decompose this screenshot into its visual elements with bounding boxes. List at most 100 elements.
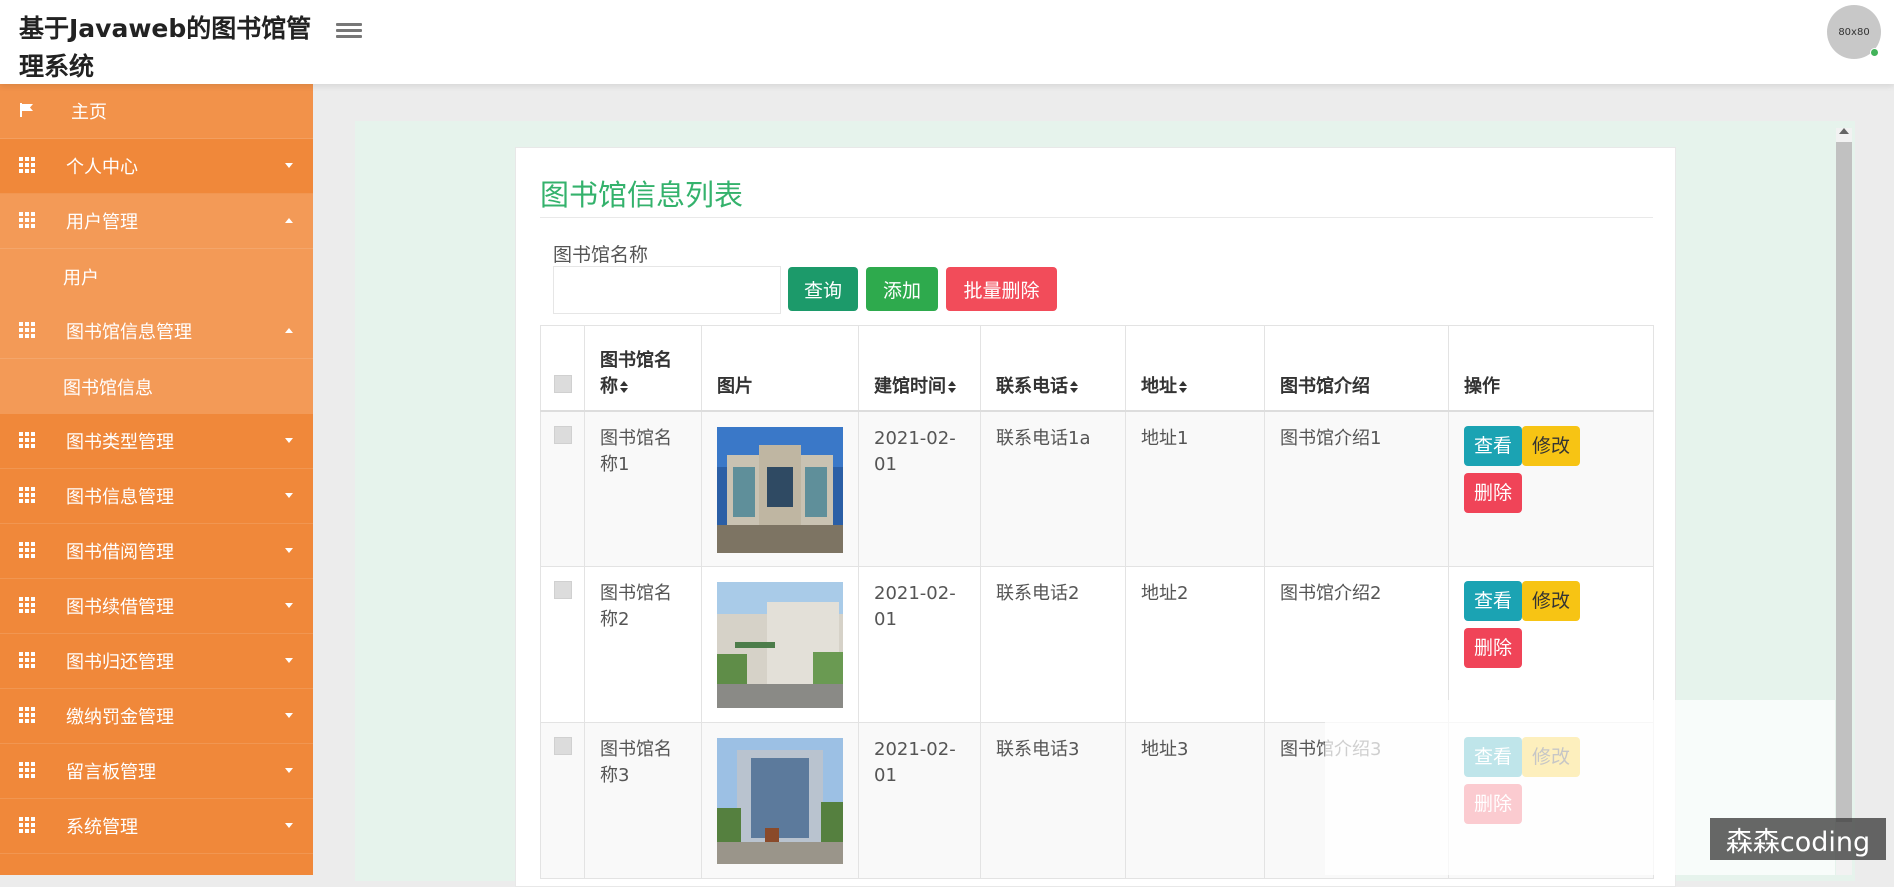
caret-down-icon	[285, 768, 293, 773]
sidebar-item-system-management[interactable]: 系统管理	[0, 799, 313, 854]
library-photo-3[interactable]	[717, 738, 843, 864]
top-header: 基于Javaweb的图书馆管理系统 80x80	[0, 0, 1894, 84]
caret-up-icon	[285, 328, 293, 333]
hamburger-menu-icon[interactable]	[336, 20, 362, 42]
library-photo-2[interactable]	[717, 582, 843, 708]
sidebar-item-renew-management[interactable]: 图书续借管理	[0, 579, 313, 634]
select-all-checkbox[interactable]	[554, 374, 572, 393]
view-button[interactable]: 查看	[1464, 425, 1523, 466]
column-header-label: 建馆时间	[874, 375, 946, 397]
sidebar-item-return-management[interactable]: 图书归还管理	[0, 634, 313, 689]
library-photo-1[interactable]	[717, 426, 843, 553]
library-name-search-input[interactable]	[553, 266, 781, 314]
column-header-label: 图书馆介绍	[1280, 375, 1370, 397]
sidebar-item-label: 个人中心	[66, 157, 138, 178]
watermark: 森森coding	[1710, 818, 1886, 860]
sidebar-item-book-info-management[interactable]: 图书信息管理	[0, 469, 313, 524]
sidebar-subitem-label: 用户	[63, 267, 99, 289]
cell-name: 图书馆名称2	[584, 566, 702, 723]
query-button[interactable]: 查询	[788, 267, 858, 311]
edit-button[interactable]: 修改	[1522, 581, 1581, 621]
sidebar-item-label: 系统管理	[66, 817, 138, 838]
sidebar: 主页 个人中心 用户管理 用户 图书馆信息管理 图书馆信息 图书类型管理 图书信…	[0, 84, 313, 875]
caret-down-icon	[285, 713, 293, 718]
row-checkbox[interactable]	[554, 425, 572, 444]
column-header-phone[interactable]: 联系电话	[980, 325, 1126, 412]
flag-icon	[18, 101, 36, 119]
column-header-founded-date[interactable]: 建馆时间	[858, 325, 981, 412]
cell-address: 地址3	[1125, 722, 1265, 879]
title-divider	[540, 217, 1653, 218]
cell-founded-date: 2021-02-01	[858, 722, 981, 879]
cell-name: 图书馆名称1	[584, 410, 702, 567]
sidebar-item-borrow-management[interactable]: 图书借阅管理	[0, 524, 313, 579]
batch-delete-button[interactable]: 批量删除	[946, 267, 1057, 311]
grid-icon	[18, 541, 36, 559]
sort-icon[interactable]	[948, 380, 956, 393]
grid-icon	[18, 431, 36, 449]
sidebar-item-home[interactable]: 主页	[0, 84, 313, 139]
add-button[interactable]: 添加	[866, 267, 938, 311]
scroll-thumb[interactable]	[1836, 142, 1852, 822]
sidebar-item-label: 图书归还管理	[66, 652, 174, 673]
cell-name: 图书馆名称3	[584, 722, 702, 879]
column-header-address[interactable]: 地址	[1125, 325, 1265, 412]
grid-icon	[18, 156, 36, 174]
sort-icon[interactable]	[620, 380, 628, 393]
caret-down-icon	[285, 493, 293, 498]
sidebar-item-label: 图书类型管理	[66, 432, 174, 453]
view-button[interactable]: 查看	[1464, 581, 1523, 621]
sidebar-item-library-info-management[interactable]: 图书馆信息管理	[0, 304, 313, 359]
vertical-scrollbar[interactable]	[1836, 128, 1852, 875]
row-select-cell	[540, 722, 585, 879]
sidebar-subitem-users[interactable]: 用户	[0, 249, 313, 304]
grid-icon	[18, 816, 36, 834]
cell-phone: 联系电话3	[980, 722, 1126, 879]
sidebar-item-label: 图书借阅管理	[66, 542, 174, 563]
caret-up-icon	[285, 218, 293, 223]
sidebar-subitem-library-info[interactable]: 图书馆信息	[0, 359, 313, 414]
sidebar-item-personal-center[interactable]: 个人中心	[0, 139, 313, 194]
cell-address: 地址1	[1125, 410, 1265, 567]
cell-phone: 联系电话1a	[980, 410, 1126, 567]
sidebar-item-fine-management[interactable]: 缴纳罚金管理	[0, 689, 313, 744]
cell-address: 地址2	[1125, 566, 1265, 723]
caret-down-icon	[285, 658, 293, 663]
cell-image	[701, 722, 859, 879]
delete-button[interactable]: 删除	[1464, 472, 1523, 513]
sidebar-item-label: 主页	[71, 102, 107, 123]
cell-image	[701, 566, 859, 723]
sidebar-item-label: 留言板管理	[66, 762, 156, 783]
delete-button[interactable]: 删除	[1464, 628, 1523, 668]
column-header-intro: 图书馆介绍	[1264, 325, 1449, 412]
column-header-label: 联系电话	[996, 375, 1068, 397]
row-checkbox[interactable]	[554, 581, 572, 599]
column-header-image: 图片	[701, 325, 859, 412]
row-checkbox[interactable]	[554, 737, 572, 755]
column-header-label: 图片	[717, 375, 753, 397]
cell-actions: 查看修改 删除	[1448, 410, 1654, 567]
sort-icon[interactable]	[1179, 380, 1187, 393]
caret-down-icon	[285, 603, 293, 608]
select-all-cell	[540, 325, 585, 412]
sidebar-item-message-board-management[interactable]: 留言板管理	[0, 744, 313, 799]
caret-down-icon	[285, 163, 293, 168]
grid-icon	[18, 486, 36, 504]
edit-button[interactable]: 修改	[1522, 425, 1581, 466]
cell-image	[701, 410, 859, 567]
row-select-cell	[540, 410, 585, 567]
scroll-up-arrow-icon[interactable]	[1839, 128, 1849, 134]
grid-icon	[18, 211, 36, 229]
page-title: 图书馆信息列表	[540, 178, 744, 212]
sidebar-item-label: 图书信息管理	[66, 487, 174, 508]
column-header-name[interactable]: 图书馆名称	[584, 325, 702, 412]
sidebar-item-book-type-management[interactable]: 图书类型管理	[0, 414, 313, 469]
table-row: 图书馆名称1 2021-02-01 联系电话1a 地址1 图书馆介绍1 查看 修…	[540, 410, 1654, 567]
sidebar-item-user-management[interactable]: 用户管理	[0, 194, 313, 249]
sort-icon[interactable]	[1070, 380, 1078, 393]
search-label: 图书馆名称	[553, 244, 649, 266]
caret-down-icon	[285, 438, 293, 443]
avatar-placeholder-text: 80x80	[1838, 26, 1870, 38]
cell-founded-date: 2021-02-01	[858, 566, 981, 723]
app-title: 基于Javaweb的图书馆管理系统	[19, 14, 312, 81]
